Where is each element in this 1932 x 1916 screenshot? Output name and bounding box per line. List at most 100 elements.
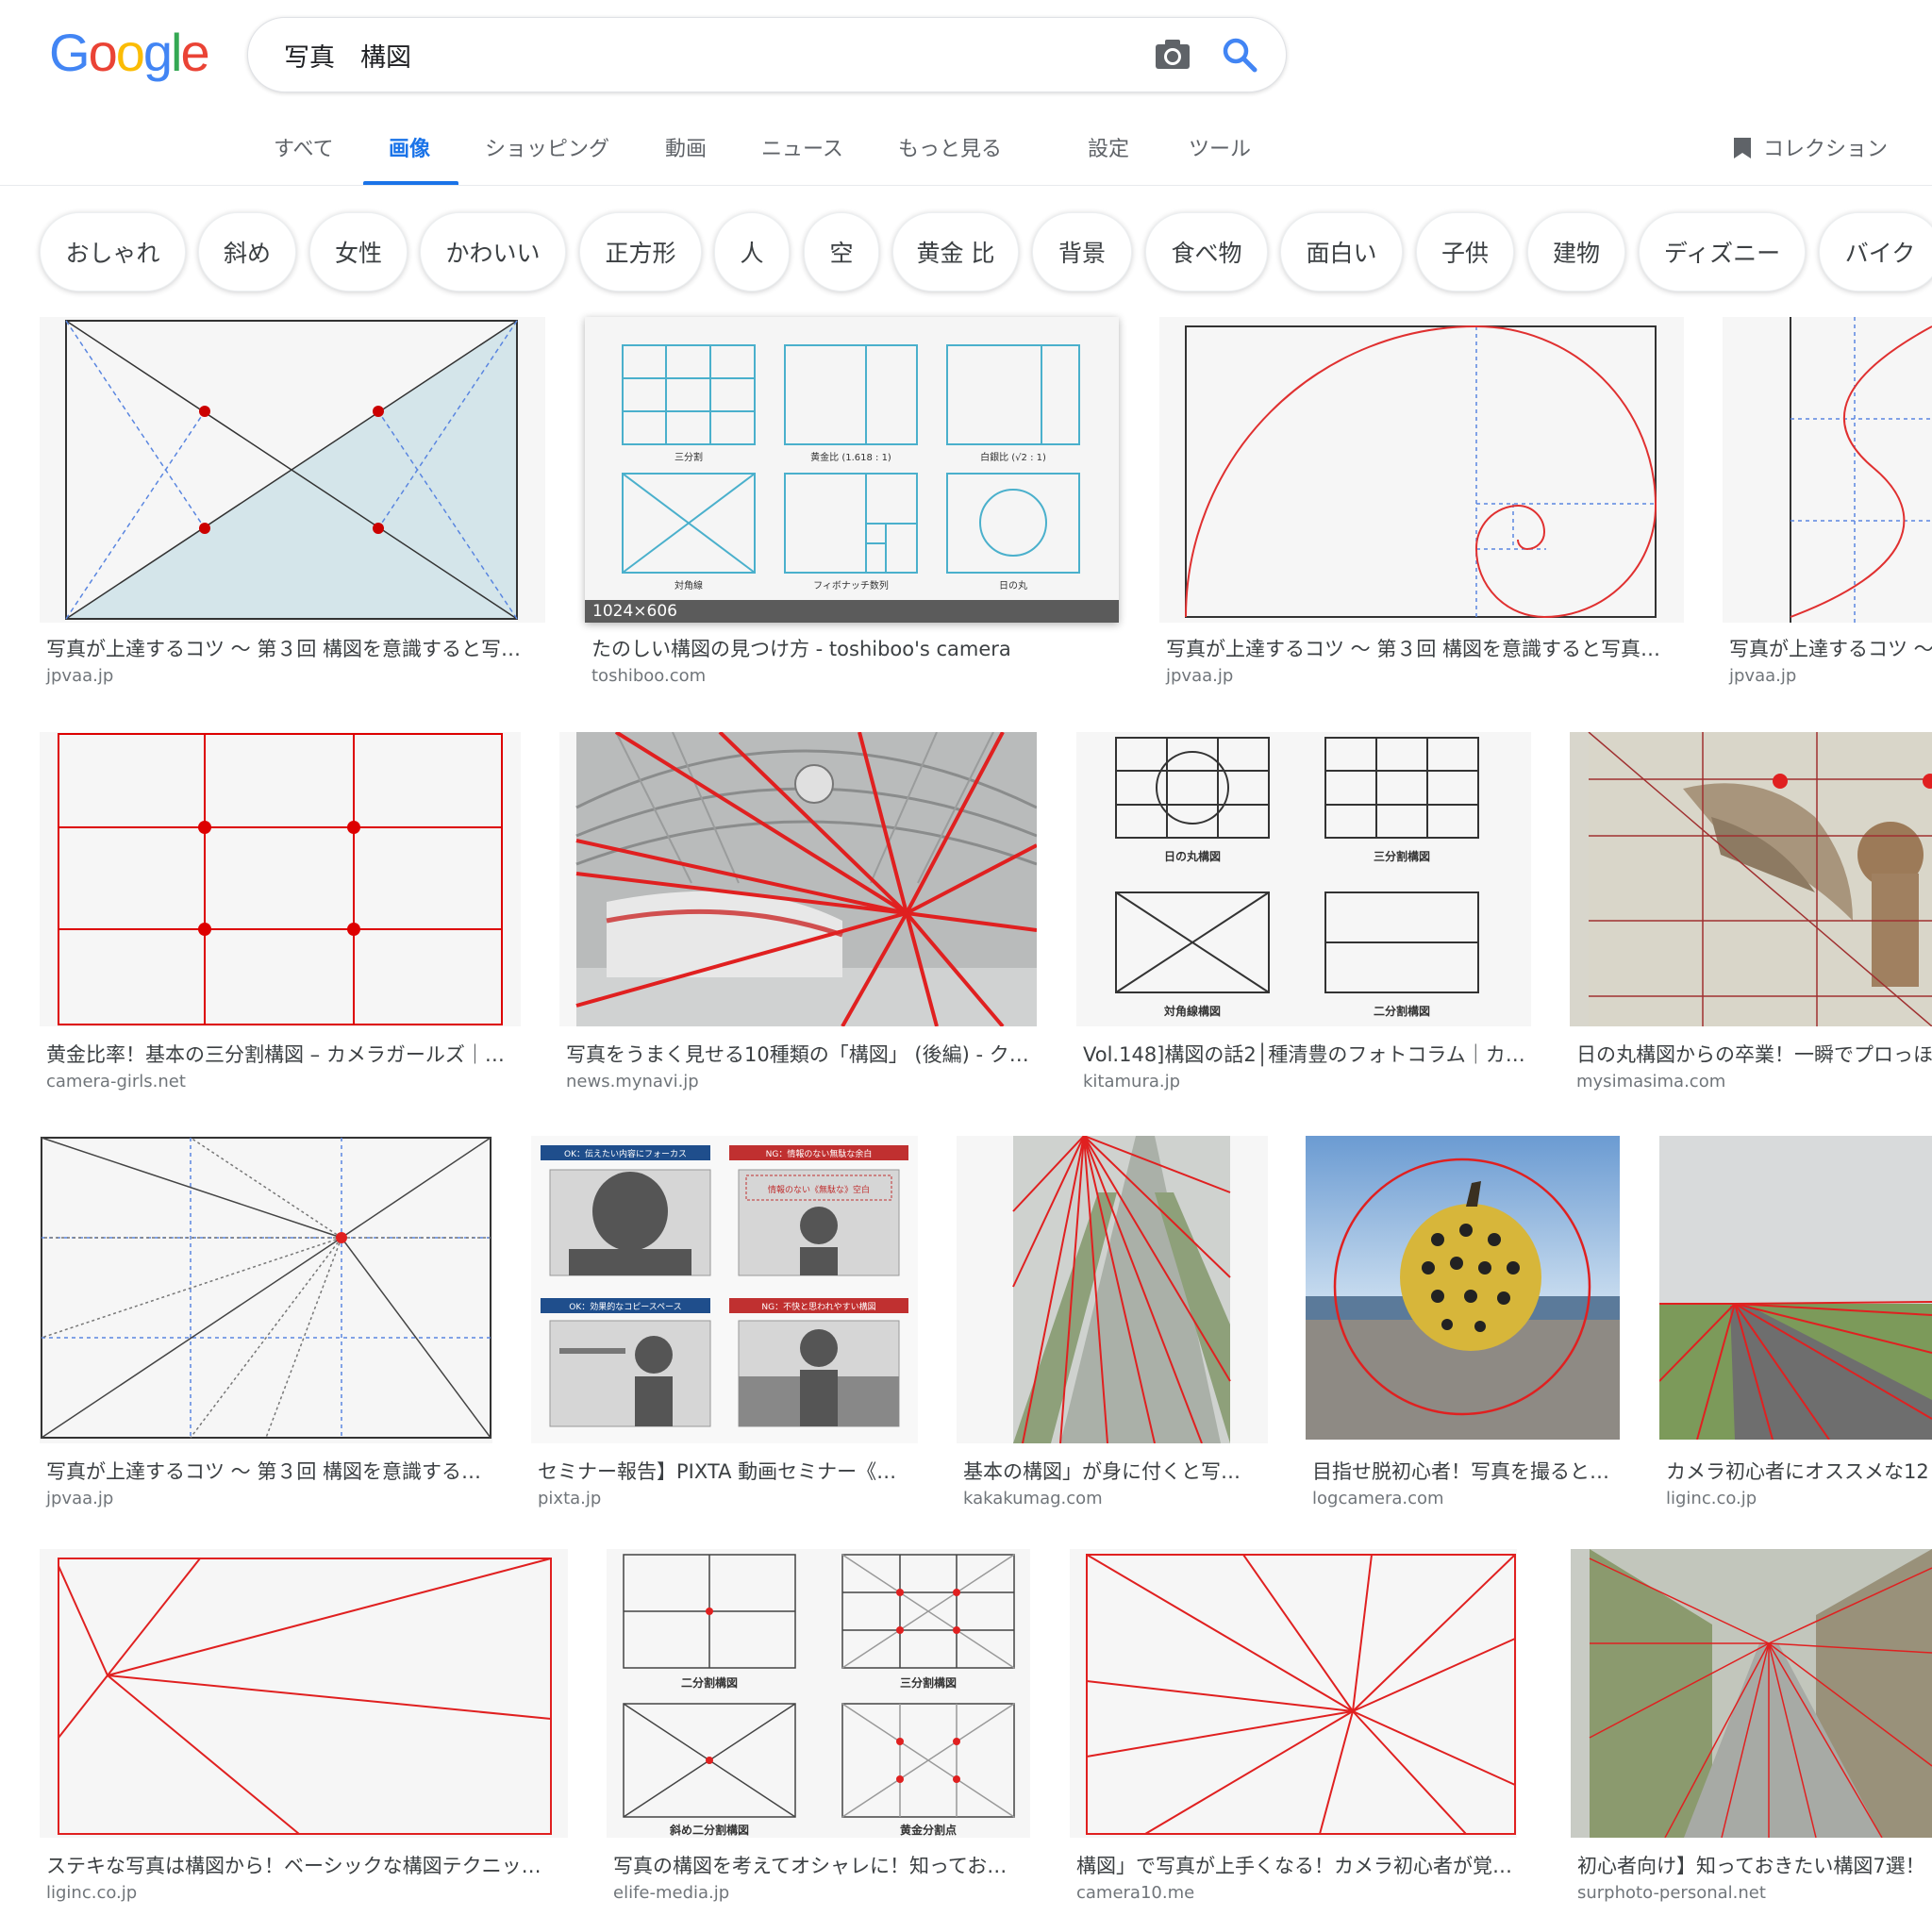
result-title[interactable]: 写真が上達するコツ 〜 — [1729, 634, 1932, 662]
panel-label: NG：不快と思われやすい構図 — [761, 1301, 875, 1312]
logo-letter: G — [49, 23, 91, 82]
result-title[interactable]: 目指せ脱初心者！写真を撮ると… — [1312, 1457, 1621, 1485]
image-result[interactable]: 日の丸構図 三分割構図 対角線構図 二分割構図 Vol.148]構図の話2│種清… — [1076, 732, 1531, 1100]
image-result[interactable]: ステキな写真は構図から！ベーシックな構図テクニッ… liginc.co.jp — [40, 1549, 568, 1916]
logo-letter: g — [142, 23, 173, 82]
chip[interactable]: おしゃれ — [40, 212, 186, 292]
result-title[interactable]: ステキな写真は構図から！ベーシックな構図テクニッ… — [46, 1851, 570, 1879]
diagram-label: 日の丸構図 — [1164, 849, 1221, 863]
result-source: kitamura.jp — [1083, 1072, 1181, 1091]
result-thumbnail — [957, 1136, 1268, 1443]
result-source: liginc.co.jp — [46, 1883, 138, 1903]
chip[interactable]: 正方形 — [579, 212, 702, 292]
panel-label: NG：情報のない無駄な余白 — [766, 1148, 873, 1159]
tab-all[interactable]: すべて — [274, 132, 334, 162]
chip[interactable]: 黄金 比 — [892, 212, 1019, 292]
chip[interactable]: 女性 — [309, 212, 408, 292]
chip[interactable]: 子供 — [1416, 212, 1514, 292]
result-title[interactable]: 写真が上達するコツ 〜 第３回 構図を意識すると写… — [46, 634, 546, 662]
tab-tools[interactable]: ツール — [1189, 132, 1251, 162]
result-title[interactable]: 構図」で写真が上手くなる！カメラ初心者が覚… — [1076, 1851, 1518, 1879]
chip[interactable]: 背景 — [1032, 212, 1132, 292]
image-result[interactable]: 写真が上達するコツ 〜 第３回 構図を意識すると写… jpvaa.jp — [40, 317, 545, 694]
logo-letter: e — [180, 23, 209, 82]
diagram-label: フィボナッチ数列 — [813, 579, 889, 591]
result-title[interactable]: たのしい構図の見つけ方 - toshiboo's camera — [591, 634, 1120, 662]
image-result[interactable]: 黄金比率！基本の三分割構図 – カメラガールズ｜… camera-girls.n… — [40, 732, 521, 1100]
result-title[interactable]: 日の丸構図からの卒業！一瞬でプロっほ — [1576, 1040, 1932, 1068]
image-result[interactable]: 写真をうまく見せる10種類の「構図」 (後編) - ク… news.mynavi… — [559, 732, 1037, 1100]
result-title[interactable]: 写真が上達するコツ 〜 第３回 構図を意識する… — [46, 1457, 493, 1485]
image-result[interactable]: カメラ初心者にオススメな12 liginc.co.jp — [1659, 1136, 1932, 1513]
chip[interactable]: かわいい — [420, 212, 566, 292]
result-title[interactable]: セミナー報告】PIXTA 動画セミナー《… — [538, 1457, 919, 1485]
result-source: pixta.jp — [538, 1489, 602, 1508]
search-input[interactable] — [282, 31, 1041, 78]
image-dimensions: 1024×606 — [585, 600, 1119, 623]
result-title[interactable]: 写真の構図を考えてオシャレに！知ってお… — [613, 1851, 1031, 1879]
result-thumbnail: 二分割構図 三分割構図 斜め二分割構図 黄金分割点 — [607, 1549, 1030, 1838]
tab-settings[interactable]: 設定 — [1088, 132, 1129, 162]
search-icon[interactable] — [1220, 35, 1259, 75]
image-result[interactable]: 目指せ脱初心者！写真を撮ると… logcamera.com — [1306, 1136, 1620, 1513]
result-title[interactable]: 黄金比率！基本の三分割構図 – カメラガールズ｜… — [46, 1040, 523, 1068]
collection-label: コレクション — [1763, 138, 1889, 161]
tab-shopping[interactable]: ショッピング — [485, 132, 609, 162]
chip[interactable]: 建物 — [1527, 212, 1625, 292]
chip[interactable]: 面白い — [1280, 212, 1403, 292]
result-title[interactable]: 初心者向け】知っておきたい構図7選！ — [1577, 1851, 1932, 1879]
search-bar — [247, 17, 1287, 92]
collection-link[interactable]: コレクション — [1731, 132, 1888, 162]
result-title[interactable]: カメラ初心者にオススメな12 — [1666, 1457, 1932, 1485]
result-title[interactable]: 写真をうまく見せる10種類の「構図」 (後編) - ク… — [566, 1040, 1038, 1068]
result-title[interactable]: 写真が上達するコツ 〜 第３回 構図を意識すると写真… — [1166, 634, 1685, 662]
result-source: toshiboo.com — [591, 666, 707, 686]
chip[interactable]: 空 — [804, 212, 879, 292]
diagram-label: 日の丸 — [999, 579, 1027, 591]
result-source: jpvaa.jp — [1729, 666, 1797, 686]
image-result[interactable]: 二分割構図 三分割構図 斜め二分割構図 黄金分割点 写真の構図を考えてオシャレに… — [607, 1549, 1030, 1916]
logo-letter: o — [115, 23, 145, 82]
image-result[interactable]: 写真が上達するコツ 〜 第３回 構図を意識する… jpvaa.jp — [40, 1136, 492, 1513]
image-result[interactable]: 写真が上達するコツ 〜 第３回 構図を意識すると写真… jpvaa.jp — [1159, 317, 1684, 694]
result-source: news.mynavi.jp — [566, 1072, 699, 1091]
chip[interactable]: 人 — [714, 212, 790, 292]
chip[interactable]: 斜め — [198, 212, 296, 292]
image-result[interactable]: OK：伝えたい内容にフォーカス NG：情報のない無駄な余白 情報のない《無駄な》… — [531, 1136, 918, 1513]
chip[interactable]: ディズニー — [1639, 212, 1806, 292]
diagram-label: 二分割構図 — [1374, 1004, 1430, 1018]
tab-more[interactable]: もっと見る — [898, 132, 1002, 162]
result-thumbnail — [1070, 1549, 1517, 1838]
diagram-label: 黄金比 (1.618 : 1) — [810, 451, 891, 463]
tab-videos[interactable]: 動画 — [665, 132, 707, 162]
result-thumbnail — [40, 1136, 492, 1443]
image-result[interactable]: 日の丸構図からの卒業！一瞬でプロっほ mysimasima.com — [1570, 732, 1932, 1100]
google-logo[interactable]: Google — [49, 23, 210, 82]
tab-news[interactable]: ニュース — [761, 132, 843, 162]
image-result[interactable]: 初心者向け】知っておきたい構図7選！ surphoto-personal.net — [1571, 1549, 1932, 1916]
camera-icon[interactable] — [1154, 37, 1191, 73]
result-source: jpvaa.jp — [46, 666, 114, 686]
result-source: surphoto-personal.net — [1577, 1883, 1766, 1903]
result-title[interactable]: Vol.148]構図の話2│種清豊のフォトコラム｜カ… — [1083, 1040, 1532, 1068]
diagram-label: 三分割 — [675, 451, 703, 463]
result-thumbnail — [1571, 1549, 1932, 1838]
tab-images[interactable]: 画像 — [389, 132, 430, 162]
search-tabs: すべて 画像 ショッピング 動画 ニュース もっと見る 設定 ツール — [0, 121, 1932, 186]
result-thumbnail — [1659, 1136, 1932, 1440]
diagram-label: 二分割構図 — [681, 1675, 738, 1690]
result-source: logcamera.com — [1312, 1489, 1444, 1508]
image-result[interactable]: 三分割 黄金比 (1.618 : 1) 白銀比 (√2 : 1) 対角線 フィボ… — [585, 317, 1119, 694]
chip[interactable]: 食べ物 — [1145, 212, 1268, 292]
result-title[interactable]: 基本の構図」が身に付くと写… — [963, 1457, 1269, 1485]
diagram-label: 対角線 — [675, 579, 703, 591]
diagram-label: 三分割構図 — [1374, 849, 1430, 863]
image-result[interactable]: 構図」で写真が上手くなる！カメラ初心者が覚… camera10.me — [1070, 1549, 1517, 1916]
panel-label: OK：効果的なコピースペース — [569, 1301, 681, 1312]
result-thumbnail — [559, 732, 1037, 1026]
diagram-label: 黄金分割点 — [900, 1823, 957, 1837]
image-result[interactable]: 基本の構図」が身に付くと写… kakakumag.com — [957, 1136, 1268, 1513]
image-result[interactable]: 写真が上達するコツ 〜 jpvaa.jp — [1723, 317, 1932, 694]
result-thumbnail: 日の丸構図 三分割構図 対角線構図 二分割構図 — [1076, 732, 1531, 1026]
chip[interactable]: バイク — [1819, 212, 1932, 292]
